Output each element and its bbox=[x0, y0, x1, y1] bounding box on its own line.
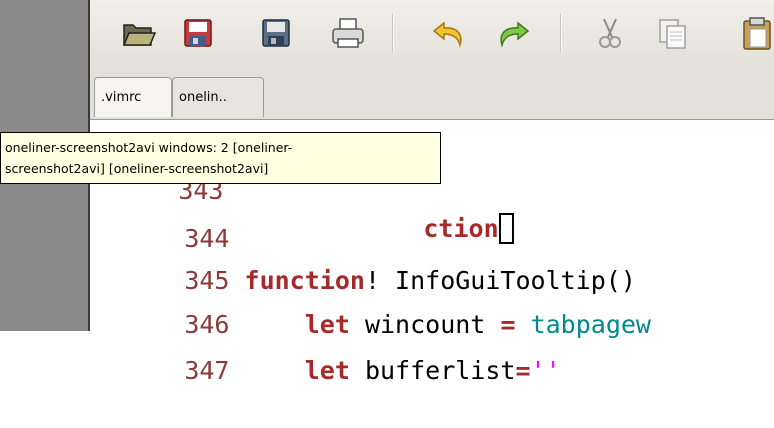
code-text: bufferlist bbox=[364, 356, 516, 385]
redo-icon[interactable] bbox=[492, 13, 532, 53]
tab-label: .vimrc bbox=[101, 90, 142, 105]
toolbar-separator bbox=[560, 14, 562, 52]
toolbar-separator bbox=[392, 14, 394, 52]
tab-bar: .vimrc onelin.. bbox=[90, 71, 774, 120]
code-line: 345 function! InfoGuiTooltip() bbox=[94, 224, 636, 295]
paste-icon[interactable] bbox=[738, 13, 774, 53]
copy-icon[interactable] bbox=[652, 13, 692, 53]
cut-icon[interactable] bbox=[590, 13, 630, 53]
balloon-tooltip: oneliner-screenshot2avi windows: 2 [onel… bbox=[0, 132, 441, 184]
code-line: 346 let wincount = tabpagew bbox=[94, 268, 651, 339]
code-line: 344 bbox=[94, 182, 229, 253]
tooltip-line: screenshot2avi] [oneliner-screenshot2avi… bbox=[5, 161, 269, 176]
save-icon[interactable] bbox=[178, 13, 218, 53]
undo-icon[interactable] bbox=[430, 13, 470, 53]
code-line: 347 let bufferlist='' bbox=[94, 314, 560, 385]
toolbar bbox=[90, 0, 774, 72]
line-number: 347 bbox=[184, 356, 230, 385]
code-keyword: let bbox=[304, 356, 350, 385]
open-folder-icon[interactable] bbox=[118, 13, 158, 53]
print-icon[interactable] bbox=[328, 13, 368, 53]
tab-oneliner[interactable]: onelin.. bbox=[172, 77, 264, 117]
save-all-icon[interactable] bbox=[256, 13, 296, 53]
code-string: '' bbox=[530, 356, 561, 385]
tooltip-line: oneliner-screenshot2avi windows: 2 [onel… bbox=[5, 140, 293, 155]
tab-label: onelin.. bbox=[179, 90, 227, 105]
tab-vimrc[interactable]: .vimrc bbox=[94, 77, 172, 117]
code-operator: = bbox=[515, 356, 531, 385]
